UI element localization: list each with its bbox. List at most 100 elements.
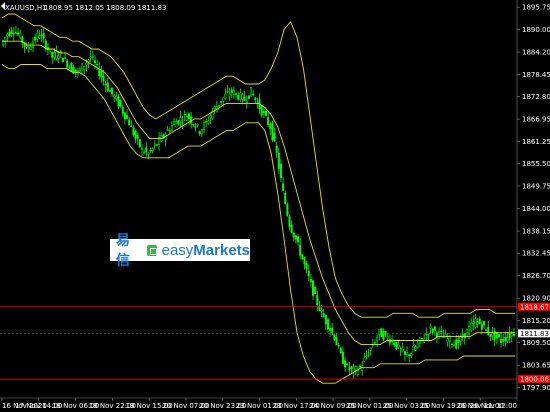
y-tick-label: 1838.15 — [522, 228, 550, 236]
candle-body — [476, 321, 479, 325]
candle-body — [384, 331, 387, 335]
current-price-tag-label: 1811.83 — [520, 330, 549, 338]
candle-body — [264, 110, 267, 116]
candle-body — [200, 129, 203, 135]
candle-body — [380, 328, 383, 338]
candle-body — [147, 152, 150, 155]
candle-body — [288, 216, 291, 227]
candle-body — [27, 46, 30, 49]
candle-body — [59, 51, 62, 53]
price-chart[interactable]: 1895.75 1890.00 1884.20 1878.45 1872.80 1866.… — [0, 0, 550, 412]
candle-body — [205, 121, 208, 123]
candle-body — [85, 62, 88, 66]
candle-body — [202, 122, 205, 130]
candle-body — [149, 149, 152, 151]
y-tick-label: 1884.20 — [522, 49, 550, 57]
candle-body — [83, 65, 86, 71]
candle-body — [273, 132, 276, 141]
candle-body — [228, 93, 231, 97]
candle-body — [198, 131, 201, 134]
candle-body — [367, 354, 370, 356]
candle-body — [299, 244, 302, 256]
candle-body — [504, 336, 507, 342]
candle-body — [277, 153, 280, 169]
y-tick-label: 1890.00 — [522, 26, 550, 34]
candle-body — [87, 59, 90, 62]
candle-body — [339, 347, 342, 354]
candle-body — [401, 349, 404, 352]
candle-body — [365, 355, 368, 358]
candle-body — [100, 70, 103, 78]
chart-header-ohlc: 1808.95 1812.05 1808.09 1811.83 — [44, 4, 166, 12]
candle-body — [483, 321, 486, 326]
candle-body — [433, 326, 436, 331]
logo-mark-icon — [146, 244, 157, 256]
candle-body — [406, 352, 409, 355]
candle-body — [463, 333, 466, 339]
candle-body — [243, 96, 246, 101]
candle-body — [136, 134, 139, 139]
candle-body — [506, 337, 509, 342]
candle-body — [220, 101, 223, 103]
candle-body — [314, 286, 317, 294]
candle-body — [128, 119, 131, 126]
candle-body — [457, 340, 460, 344]
candle-body — [104, 83, 107, 86]
candle-body — [331, 328, 334, 333]
candle-body — [98, 68, 101, 77]
candle-body — [241, 94, 244, 100]
candle-body — [346, 363, 349, 365]
y-tick-label: 1861.25 — [522, 138, 550, 146]
candle-body — [344, 360, 347, 368]
candle-body — [284, 192, 287, 204]
candle-body — [209, 115, 212, 119]
candle-body — [438, 331, 441, 334]
candle-body — [448, 336, 451, 343]
candle-body — [425, 333, 428, 335]
candle-body — [510, 333, 513, 337]
easymarkets-logo: 易信 easyMarkets — [110, 233, 250, 269]
candle-body — [207, 120, 210, 124]
candle-body — [115, 95, 118, 99]
chart-header-symbol: XAUUSD,H1 — [5, 4, 47, 12]
candle-body — [194, 126, 197, 128]
candle-body — [222, 97, 225, 102]
candle-body — [386, 336, 389, 339]
y-tick-label: 1878.45 — [522, 71, 550, 79]
candle-body — [40, 34, 43, 36]
candle-body — [472, 321, 475, 324]
candle-body — [416, 342, 419, 348]
candle-body — [34, 37, 37, 41]
candle-body — [408, 354, 411, 357]
candle-body — [382, 331, 385, 340]
y-tick-label: 1826.70 — [522, 272, 550, 280]
candle-body — [29, 45, 32, 50]
candle-body — [64, 57, 67, 59]
candle-body — [162, 134, 165, 138]
candle-body — [275, 145, 278, 153]
candle-body — [117, 96, 120, 107]
candle-body — [290, 224, 293, 233]
candle-body — [429, 325, 432, 329]
chart-background — [0, 0, 550, 412]
logo-en-text: easyMarkets — [162, 242, 250, 259]
candle-body — [235, 92, 238, 95]
candle-body — [188, 113, 191, 119]
candle-body — [237, 95, 240, 100]
candle-body — [113, 95, 116, 98]
candle-body — [356, 370, 359, 375]
candle-body — [465, 328, 468, 337]
candle-body — [303, 257, 306, 265]
y-tick-label: 1844.00 — [522, 205, 550, 213]
candle-body — [145, 147, 148, 152]
candle-body — [421, 338, 424, 340]
candle-body — [181, 121, 184, 123]
candle-body — [267, 117, 270, 125]
candle-body — [74, 69, 77, 72]
candle-body — [350, 366, 353, 369]
candle-body — [183, 113, 186, 116]
candle-body — [53, 52, 56, 58]
candle-body — [497, 334, 500, 338]
candle-body — [282, 183, 285, 191]
candle-body — [508, 332, 511, 339]
